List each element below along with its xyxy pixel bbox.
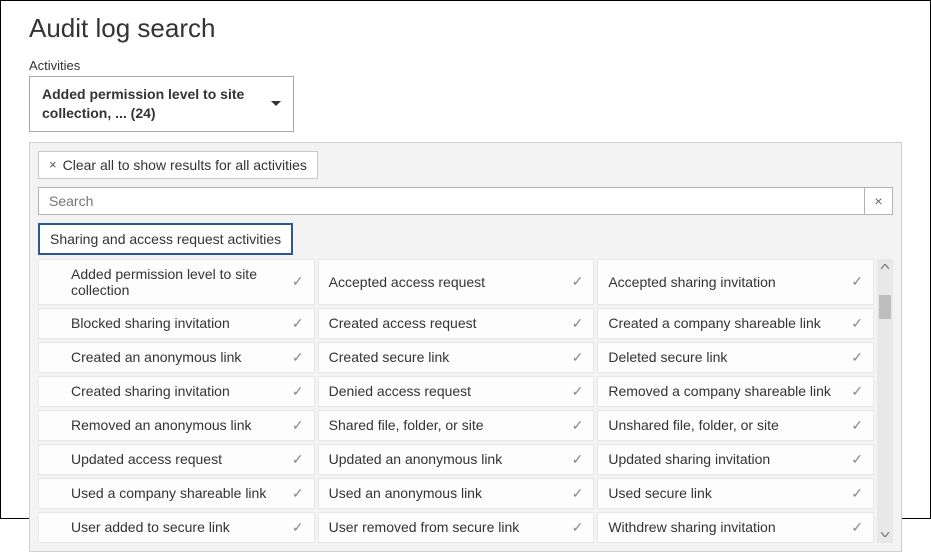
activity-item-label: Denied access request	[329, 383, 564, 399]
activity-item[interactable]: Accepted sharing invitation ✓	[597, 259, 874, 305]
check-icon: ✓	[572, 273, 584, 290]
chevron-down-icon[interactable]	[877, 527, 893, 543]
chevron-up-icon[interactable]	[877, 259, 893, 275]
activity-item[interactable]: Used an anonymous link ✓	[318, 478, 595, 509]
activity-item-label: Added permission level to site collectio…	[71, 266, 284, 298]
check-icon: ✓	[292, 451, 304, 468]
check-icon: ✓	[292, 315, 304, 332]
check-icon: ✓	[572, 315, 584, 332]
check-icon: ✓	[851, 349, 863, 366]
activity-item[interactable]: Blocked sharing invitation ✓	[38, 308, 315, 339]
check-icon: ✓	[572, 519, 584, 536]
activity-item[interactable]: User added to secure link ✓	[38, 512, 315, 543]
activity-item[interactable]: Created an anonymous link ✓	[38, 342, 315, 373]
check-icon: ✓	[292, 485, 304, 502]
check-icon: ✓	[572, 349, 584, 366]
scrollbar-thumb[interactable]	[879, 295, 891, 319]
activity-item-label: Used secure link	[608, 485, 843, 501]
check-icon: ✓	[292, 273, 304, 290]
activity-item[interactable]: Used secure link ✓	[597, 478, 874, 509]
activity-item-label: Deleted secure link	[608, 349, 843, 365]
check-icon: ✓	[572, 485, 584, 502]
check-icon: ✓	[851, 273, 863, 290]
activity-item-label: Blocked sharing invitation	[71, 315, 284, 331]
activity-item[interactable]: Created sharing invitation ✓	[38, 376, 315, 407]
activity-item[interactable]: Removed an anonymous link ✓	[38, 410, 315, 441]
activities-label: Activities	[29, 58, 902, 73]
check-icon: ✓	[292, 417, 304, 434]
activity-item-label: Used a company shareable link	[71, 485, 284, 501]
clear-all-button[interactable]: × Clear all to show results for all acti…	[38, 151, 318, 179]
activity-item-label: Updated sharing invitation	[608, 451, 843, 467]
check-icon: ✓	[572, 451, 584, 468]
activity-item-label: Updated access request	[71, 451, 284, 467]
search-input[interactable]	[38, 187, 865, 215]
check-icon: ✓	[292, 349, 304, 366]
activity-item-label: User added to secure link	[71, 519, 284, 535]
check-icon: ✓	[851, 383, 863, 400]
activity-item[interactable]: Removed a company shareable link ✓	[597, 376, 874, 407]
activity-item-label: Created a company shareable link	[608, 315, 843, 331]
check-icon: ✓	[851, 485, 863, 502]
activity-item-label: Created secure link	[329, 349, 564, 365]
activity-item-label: Accepted sharing invitation	[608, 274, 843, 290]
activities-panel: × Clear all to show results for all acti…	[29, 142, 902, 552]
activity-item-label: Accepted access request	[329, 274, 564, 290]
caret-down-icon	[271, 101, 281, 107]
activities-dropdown[interactable]: Added permission level to site collectio…	[29, 76, 294, 132]
clear-all-label: Clear all to show results for all activi…	[63, 157, 307, 173]
activity-item-label: Created sharing invitation	[71, 383, 284, 399]
activities-dropdown-text: Added permission level to site collectio…	[42, 85, 263, 123]
activity-item-label: Withdrew sharing invitation	[608, 519, 843, 535]
activity-item-label: Removed an anonymous link	[71, 417, 284, 433]
activity-item-label: Created access request	[329, 315, 564, 331]
activity-item[interactable]: User removed from secure link ✓	[318, 512, 595, 543]
search-clear-button[interactable]: ×	[865, 187, 893, 215]
check-icon: ✓	[851, 417, 863, 434]
activity-item[interactable]: Used a company shareable link ✓	[38, 478, 315, 509]
check-icon: ✓	[572, 417, 584, 434]
activity-item[interactable]: Created access request ✓	[318, 308, 595, 339]
page-title: Audit log search	[29, 13, 902, 44]
activity-item[interactable]: Shared file, folder, or site ✓	[318, 410, 595, 441]
activity-item-label: Shared file, folder, or site	[329, 417, 564, 433]
activity-item-label: Created an anonymous link	[71, 349, 284, 365]
check-icon: ✓	[851, 519, 863, 536]
activity-item[interactable]: Added permission level to site collectio…	[38, 259, 315, 305]
activity-item[interactable]: Updated an anonymous link ✓	[318, 444, 595, 475]
close-icon: ×	[874, 193, 882, 209]
activity-item[interactable]: Created a company shareable link ✓	[597, 308, 874, 339]
activity-item[interactable]: Accepted access request ✓	[318, 259, 595, 305]
activity-item-label: Updated an anonymous link	[329, 451, 564, 467]
activity-item[interactable]: Created secure link ✓	[318, 342, 595, 373]
activity-item[interactable]: Denied access request ✓	[318, 376, 595, 407]
check-icon: ✓	[851, 451, 863, 468]
activity-item-label: Unshared file, folder, or site	[608, 417, 843, 433]
activity-item[interactable]: Updated sharing invitation ✓	[597, 444, 874, 475]
activity-item[interactable]: Withdrew sharing invitation ✓	[597, 512, 874, 543]
activity-item[interactable]: Unshared file, folder, or site ✓	[597, 410, 874, 441]
check-icon: ✓	[851, 315, 863, 332]
activity-item[interactable]: Updated access request ✓	[38, 444, 315, 475]
scrollbar[interactable]	[877, 259, 893, 543]
activity-item[interactable]: Deleted secure link ✓	[597, 342, 874, 373]
category-header[interactable]: Sharing and access request activities	[38, 223, 293, 255]
activities-grid: Added permission level to site collectio…	[38, 259, 874, 543]
activity-item-label: Removed a company shareable link	[608, 383, 843, 399]
check-icon: ✓	[292, 383, 304, 400]
check-icon: ✓	[292, 519, 304, 536]
activity-item-label: Used an anonymous link	[329, 485, 564, 501]
close-icon: ×	[49, 157, 57, 172]
activity-item-label: User removed from secure link	[329, 519, 564, 535]
check-icon: ✓	[572, 383, 584, 400]
